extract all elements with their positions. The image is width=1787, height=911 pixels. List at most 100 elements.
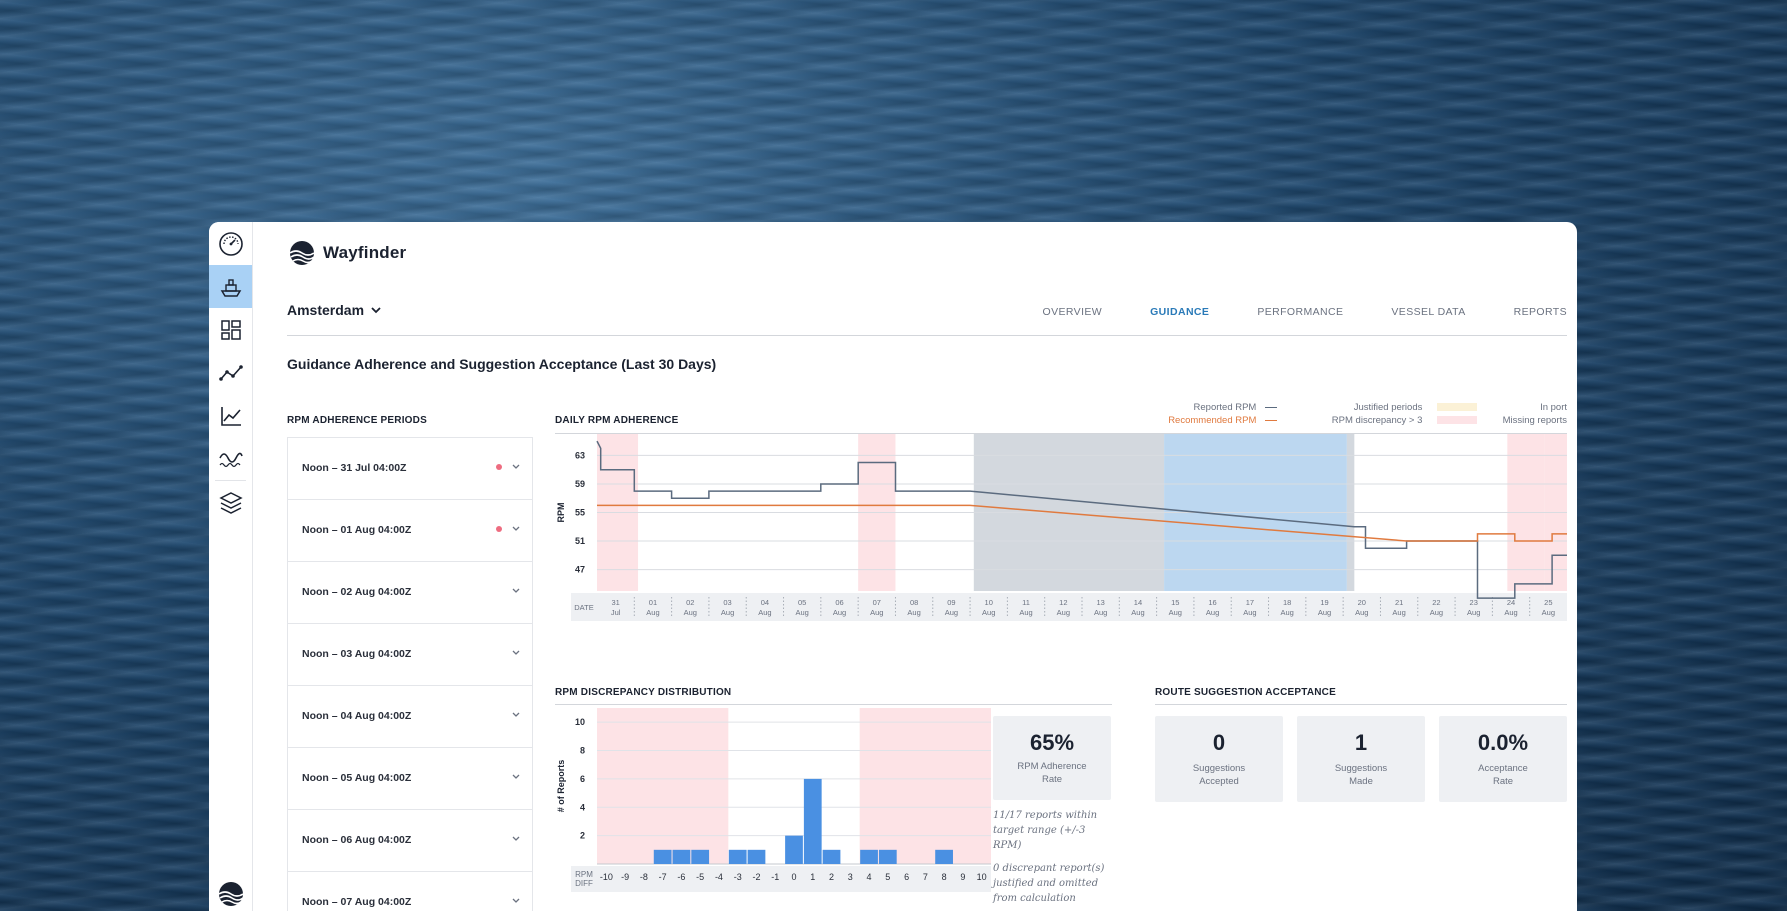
date-axis-label: DATE xyxy=(574,603,593,612)
x-tick-day: 31 xyxy=(611,598,619,607)
chevron-down-icon[interactable] xyxy=(510,708,522,720)
x-tick-month: Aug xyxy=(1392,608,1405,617)
x-tick-day: 23 xyxy=(1470,598,1478,607)
weather-waves-icon[interactable] xyxy=(209,437,252,480)
app-window: Wayfinder Amsterdam OVERVIEW GUIDANCE PE… xyxy=(209,222,1577,911)
x-tick-month: Aug xyxy=(1430,608,1443,617)
period-row[interactable]: Noon – 06 Aug 04:00Z xyxy=(288,810,532,872)
speedometer-icon[interactable] xyxy=(209,222,252,265)
y-tick-label: 47 xyxy=(575,565,585,575)
chevron-down-icon[interactable] xyxy=(510,832,522,844)
x-tick-month: Aug xyxy=(1281,608,1294,617)
suggestions-accepted-label: Suggestions Accepted xyxy=(1192,763,1246,787)
x-tick-month: Aug xyxy=(1019,608,1032,617)
line-chart-icon[interactable] xyxy=(209,394,252,437)
x-tick-day: 02 xyxy=(686,598,694,607)
layers-icon[interactable] xyxy=(209,481,252,524)
x-tick-day: 16 xyxy=(1208,598,1216,607)
chevron-down-icon[interactable] xyxy=(510,770,522,782)
histogram-bar xyxy=(691,849,710,864)
page-title: Guidance Adherence and Suggestion Accept… xyxy=(287,356,717,372)
x-tick-day: 22 xyxy=(1432,598,1440,607)
period-row[interactable]: Noon – 04 Aug 04:00Z xyxy=(288,686,532,748)
daily-rpm-chart: 4751555963RPMDATE31Jul01Aug02Aug03Aug04A… xyxy=(556,434,1567,621)
dashboard-grid-icon[interactable] xyxy=(209,308,252,351)
brand-logo[interactable]: Wayfinder xyxy=(289,240,406,266)
y-tick-label: 51 xyxy=(575,536,585,546)
adherence-rate-label: RPM Adherence Rate xyxy=(1017,761,1087,785)
x-tick-label: 7 xyxy=(923,872,928,882)
x-tick-day: 15 xyxy=(1171,598,1179,607)
x-tick-label: 5 xyxy=(885,872,890,882)
x-axis-label-line1: RPM xyxy=(575,870,593,879)
wayfinder-mark-icon[interactable] xyxy=(209,872,252,911)
x-tick-month: Aug xyxy=(1169,608,1182,617)
acceptance-heading: ROUTE SUGGESTION ACCEPTANCE xyxy=(1155,687,1336,698)
histogram-bar xyxy=(653,849,672,864)
header-divider xyxy=(287,335,1567,336)
y-tick-label: 8 xyxy=(580,746,585,756)
x-tick-month: Aug xyxy=(1355,608,1368,617)
x-tick-day: 08 xyxy=(910,598,918,607)
rpm-diff-axis-strip xyxy=(571,866,991,892)
x-tick-day: 24 xyxy=(1507,598,1515,607)
chevron-down-icon xyxy=(371,307,381,314)
chevron-down-icon[interactable] xyxy=(510,584,522,596)
period-row[interactable]: Noon – 05 Aug 04:00Z xyxy=(288,748,532,810)
x-tick-label: 4 xyxy=(867,872,872,882)
period-label: Noon – 01 Aug 04:00Z xyxy=(302,524,412,536)
x-tick-month: Aug xyxy=(982,608,995,617)
x-tick-label: -9 xyxy=(621,872,629,882)
legend-justified: Justified periods xyxy=(1354,402,1477,413)
x-tick-label: -4 xyxy=(715,872,723,882)
period-row[interactable]: Noon – 02 Aug 04:00Z xyxy=(288,562,532,624)
x-tick-label: -3 xyxy=(734,872,742,882)
y-axis-label: # of Reports xyxy=(556,760,566,813)
histogram-bar xyxy=(672,849,691,864)
x-tick-label: 10 xyxy=(977,872,987,882)
x-tick-month: Aug xyxy=(1243,608,1256,617)
x-tick-label: -6 xyxy=(677,872,685,882)
period-row[interactable]: Noon – 03 Aug 04:00Z xyxy=(288,624,532,686)
acceptance-rate-card: 0.0% Acceptance Rate xyxy=(1439,716,1567,802)
x-tick-month: Aug xyxy=(796,608,809,617)
tab-vessel-data[interactable]: VESSEL DATA xyxy=(1391,306,1465,318)
x-tick-label: 6 xyxy=(904,872,909,882)
chevron-down-icon[interactable] xyxy=(510,646,522,658)
suggestions-accepted-card: 0 Suggestions Accepted xyxy=(1155,716,1283,802)
y-tick-label: 4 xyxy=(580,802,585,812)
chevron-down-icon[interactable] xyxy=(510,460,522,472)
period-label: Noon – 05 Aug 04:00Z xyxy=(302,772,412,784)
y-tick-label: 10 xyxy=(575,717,585,727)
legend-in-port: In port xyxy=(1540,402,1567,413)
x-tick-month: Jul xyxy=(611,608,621,617)
histogram-bar xyxy=(803,778,822,864)
brand-name: Wayfinder xyxy=(323,243,407,262)
legend-missing: Missing reports xyxy=(1502,415,1567,426)
period-label: Noon – 02 Aug 04:00Z xyxy=(302,586,412,598)
x-tick-month: Aug xyxy=(1542,608,1555,617)
ship-icon[interactable] xyxy=(209,265,252,308)
distribution-heading: RPM DISCREPANCY DISTRIBUTION xyxy=(555,687,732,698)
x-tick-label: -5 xyxy=(696,872,704,882)
distribution-heading-rule xyxy=(555,704,1112,705)
x-tick-label: 2 xyxy=(829,872,834,882)
route-icon[interactable] xyxy=(209,351,252,394)
period-row[interactable]: Noon – 31 Jul 04:00Z xyxy=(288,438,532,500)
tab-guidance[interactable]: GUIDANCE xyxy=(1150,306,1209,318)
y-axis-label: RPM xyxy=(556,503,566,523)
chevron-down-icon[interactable] xyxy=(510,522,522,534)
acceptance-heading-rule xyxy=(1155,704,1567,705)
x-tick-label: -2 xyxy=(752,872,760,882)
chevron-down-icon[interactable] xyxy=(510,894,522,906)
tab-reports[interactable]: REPORTS xyxy=(1514,306,1567,318)
x-tick-day: 25 xyxy=(1544,598,1552,607)
vessel-selector[interactable]: Amsterdam xyxy=(287,302,382,318)
x-tick-day: 18 xyxy=(1283,598,1291,607)
x-tick-month: Aug xyxy=(1318,608,1331,617)
tab-overview[interactable]: OVERVIEW xyxy=(1043,306,1103,318)
tab-performance[interactable]: PERFORMANCE xyxy=(1257,306,1343,318)
x-tick-month: Aug xyxy=(870,608,883,617)
period-row[interactable]: Noon – 01 Aug 04:00Z xyxy=(288,500,532,562)
period-row[interactable]: Noon – 07 Aug 04:00Z xyxy=(288,872,532,911)
